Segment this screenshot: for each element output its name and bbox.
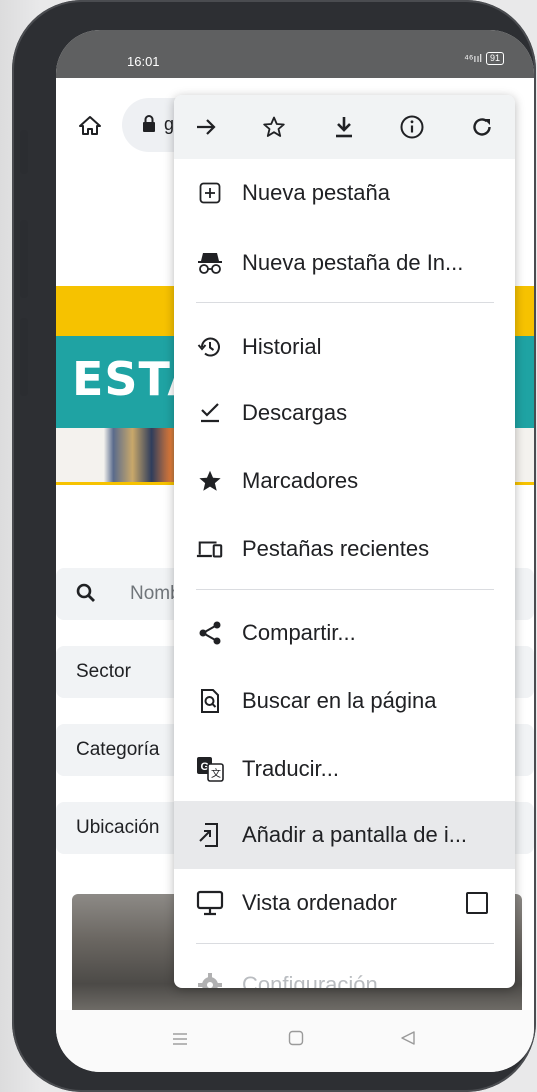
menu-divider — [196, 302, 494, 303]
find-in-page-icon — [196, 687, 224, 715]
forward-icon[interactable] — [188, 109, 224, 145]
status-time: 16:01 — [127, 54, 160, 69]
search-icon — [76, 583, 96, 609]
menu-icon[interactable] — [172, 1030, 188, 1051]
home-square-icon[interactable] — [288, 1030, 304, 1051]
signal-icon: ⁴⁶ııl — [464, 52, 482, 65]
plus-box-icon — [196, 179, 224, 207]
phone-side-button — [20, 318, 28, 396]
phone-side-button — [20, 220, 28, 298]
menu-item-add-to-home-screen[interactable]: Añadir a pantalla de i... — [174, 801, 515, 869]
overflow-menu: Nueva pestaña Nueva pestaña de In... His… — [174, 95, 515, 988]
menu-divider — [196, 943, 494, 944]
menu-item-label: Marcadores — [242, 468, 359, 493]
menu-item-desktop-site[interactable]: Vista ordenador — [174, 869, 515, 937]
system-nav-bar — [56, 1010, 534, 1072]
menu-item-label: Pestañas recientes — [242, 536, 430, 561]
status-icons: ⁴⁶ııl 91 — [464, 52, 504, 65]
add-to-home-icon — [196, 821, 224, 849]
share-icon — [196, 619, 224, 647]
svg-text:文: 文 — [211, 767, 221, 780]
phone-side-button — [20, 130, 28, 174]
categoria-label: Categoría — [76, 739, 160, 760]
desktop-site-checkbox[interactable] — [466, 892, 488, 914]
battery-icon: 91 — [485, 52, 504, 65]
menu-item-label: Descargas — [242, 400, 348, 425]
reload-icon[interactable] — [464, 109, 500, 145]
translate-icon: G文 — [196, 755, 224, 783]
menu-item-translate[interactable]: G文 Traducir... — [174, 735, 515, 803]
download-done-icon — [196, 399, 224, 427]
menu-item-settings[interactable]: Configuración — [174, 951, 515, 988]
menu-item-label: Nueva pestaña — [242, 180, 390, 205]
menu-item-new-tab[interactable]: Nueva pestaña — [174, 159, 515, 227]
menu-item-find-in-page[interactable]: Buscar en la página — [174, 667, 515, 735]
menu-item-label: Configuración — [242, 972, 378, 988]
ubicacion-label: Ubicación — [76, 817, 160, 838]
menu-item-recent-tabs[interactable]: Pestañas recientes — [174, 515, 515, 583]
menu-item-history[interactable]: Historial — [174, 313, 515, 381]
home-icon[interactable] — [78, 114, 102, 143]
sector-label: Sector — [76, 661, 131, 682]
menu-item-share[interactable]: Compartir... — [174, 599, 515, 667]
status-bar: 16:01 ⁴⁶ııl 91 — [56, 30, 534, 78]
menu-item-label: Nueva pestaña de In... — [242, 250, 464, 275]
history-icon — [196, 333, 224, 361]
menu-item-bookmarks[interactable]: Marcadores — [174, 447, 515, 515]
download-icon[interactable] — [326, 109, 362, 145]
menu-item-label: Historial — [242, 334, 322, 359]
back-triangle-icon[interactable] — [400, 1030, 416, 1051]
menu-divider — [196, 589, 494, 590]
desktop-icon — [196, 889, 224, 917]
lock-icon[interactable] — [142, 115, 156, 138]
menu-item-label: Buscar en la página — [242, 688, 437, 713]
star-filled-icon — [196, 467, 224, 495]
menu-item-label: Vista ordenador — [242, 890, 397, 915]
star-icon[interactable] — [256, 109, 292, 145]
devices-icon — [196, 535, 224, 563]
incognito-icon — [196, 249, 224, 277]
info-icon[interactable] — [394, 109, 430, 145]
settings-icon — [196, 971, 224, 988]
menu-item-label: Traducir... — [242, 756, 339, 781]
menu-item-label: Añadir a pantalla de i... — [242, 822, 468, 847]
menu-item-downloads[interactable]: Descargas — [174, 379, 515, 447]
menu-item-new-incognito-tab[interactable]: Nueva pestaña de In... — [174, 229, 515, 297]
menu-item-label: Compartir... — [242, 620, 356, 645]
menu-action-row — [174, 95, 515, 159]
